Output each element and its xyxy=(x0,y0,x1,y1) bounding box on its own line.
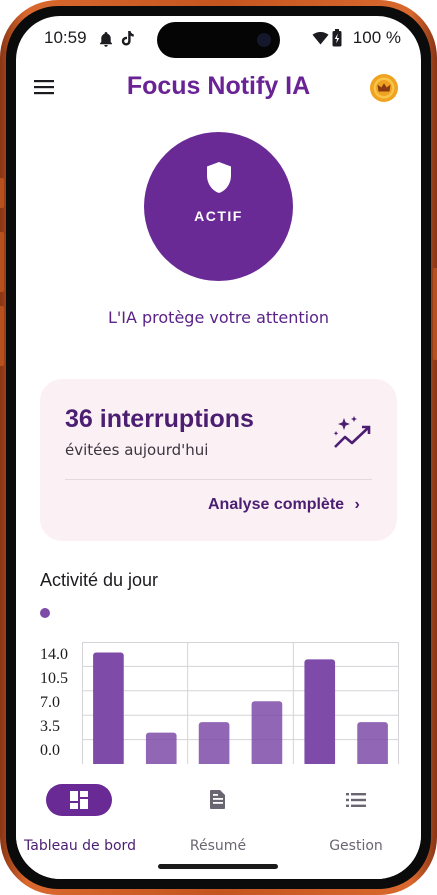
y-tick: 14.0 xyxy=(40,646,68,663)
bell-icon xyxy=(100,32,112,47)
volume-up-button xyxy=(0,232,4,292)
nav-label-summary[interactable]: Résumé xyxy=(153,838,283,854)
crown-icon xyxy=(373,77,395,99)
bar xyxy=(93,652,124,764)
y-tick: 10.5 xyxy=(40,670,68,687)
chevron-right-icon: › xyxy=(354,496,360,513)
tiktok-icon xyxy=(121,31,134,46)
y-tick: 3.5 xyxy=(40,718,60,735)
sparkles-trend-icon xyxy=(333,416,371,448)
interruptions-count: 36 interruptions xyxy=(65,405,254,433)
card-divider xyxy=(65,479,372,480)
status-bar: 10:59 100 % xyxy=(16,16,421,60)
full-analysis-label: Analyse complète xyxy=(208,496,345,513)
phone-frame: 10:59 100 % Focus Notify IA ACTIF L'IA p… xyxy=(0,0,437,895)
nav-item-management[interactable] xyxy=(323,784,389,816)
home-indicator[interactable] xyxy=(158,864,278,869)
nav-label-management[interactable]: Gestion xyxy=(291,838,421,854)
summary-icon xyxy=(210,790,225,809)
list-icon xyxy=(346,793,366,807)
protection-status-button[interactable] xyxy=(144,132,293,281)
bar xyxy=(198,722,230,764)
dashboard-icon xyxy=(70,791,88,809)
battery-percent: 100 % xyxy=(352,28,401,47)
screen: 10:59 100 % Focus Notify IA ACTIF L'IA p… xyxy=(16,16,421,879)
protection-tagline: L'IA protège votre attention xyxy=(107,308,330,327)
bar xyxy=(357,722,388,764)
nav-item-summary[interactable] xyxy=(185,784,251,816)
status-label: ACTIF xyxy=(194,208,243,224)
camera-icon xyxy=(257,33,271,47)
activity-title: Activité du jour xyxy=(40,570,159,590)
premium-crown-button[interactable] xyxy=(370,74,398,102)
nav-item-dashboard[interactable] xyxy=(46,784,112,816)
wifi-icon xyxy=(312,32,329,45)
battery-icon xyxy=(332,29,342,47)
activity-bar-chart xyxy=(82,642,399,764)
app-title: Focus Notify IA xyxy=(126,72,311,100)
interruptions-card[interactable]: 36 interruptions évitées aujourd'hui Ana… xyxy=(40,379,397,541)
bar xyxy=(304,659,336,764)
nav-label-dashboard[interactable]: Tableau de bord xyxy=(16,838,145,854)
interruptions-subtitle: évitées aujourd'hui xyxy=(65,441,209,459)
status-time: 10:59 xyxy=(44,28,87,47)
legend-dot xyxy=(40,608,50,618)
y-tick: 0.0 xyxy=(40,742,60,759)
shield-icon xyxy=(207,162,231,193)
volume-down-button xyxy=(0,306,4,366)
power-button xyxy=(433,268,437,360)
y-tick: 7.0 xyxy=(40,694,60,711)
bottom-navigation: Tableau de bord Résumé Gestion xyxy=(16,766,421,879)
action-button xyxy=(0,178,4,208)
full-analysis-link[interactable]: Analyse complète › xyxy=(208,496,360,514)
bar xyxy=(145,732,177,764)
bar xyxy=(251,701,283,764)
